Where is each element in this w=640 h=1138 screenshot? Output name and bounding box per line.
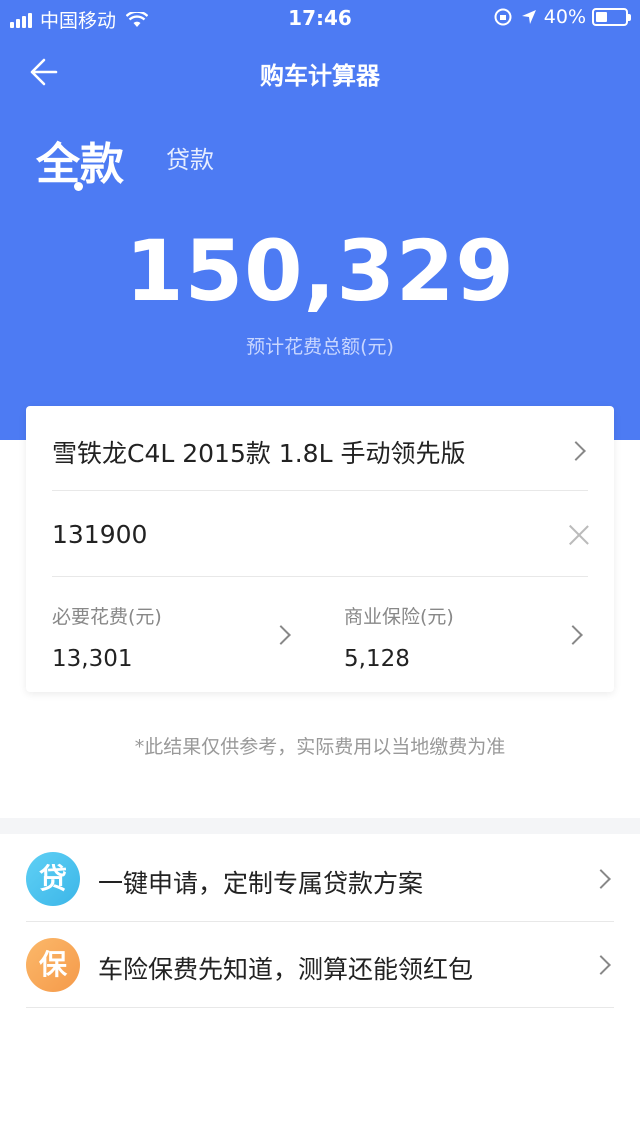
divider (52, 490, 588, 491)
tab-loan[interactable]: 贷款 (166, 140, 214, 175)
tab-active-indicator (74, 182, 83, 191)
insurance-label: 商业保险(元) (344, 606, 454, 628)
divider (52, 576, 588, 577)
clear-icon[interactable] (568, 524, 590, 546)
status-bar: 中国移动 17:46 40% (0, 0, 640, 36)
promo-insurance-row[interactable]: 保 车险保费先知道，测算还能领红包 (26, 922, 614, 1008)
section-gap (0, 818, 640, 834)
chevron-right-icon (591, 955, 611, 975)
divider (26, 1007, 614, 1008)
price-input[interactable]: 131900 (52, 520, 588, 549)
orientation-lock-icon (494, 8, 512, 26)
required-fee-chevron-icon (271, 625, 291, 645)
disclaimer-note: *此结果仅供参考，实际费用以当地缴费为准 (134, 736, 506, 758)
required-fee-label: 必要花费(元) (52, 606, 162, 628)
page-title: 购车计算器 (260, 62, 380, 90)
insurance-value[interactable]: 5,128 (344, 646, 410, 672)
total-amount: 150,329 (125, 222, 515, 320)
promo-loan-text: 一键申请，定制专属贷款方案 (98, 869, 424, 898)
battery-icon (592, 8, 631, 26)
car-model-selector[interactable]: 雪铁龙C4L 2015款 1.8L 手动领先版 (52, 434, 588, 470)
insurance-icon: 保 (26, 938, 80, 992)
loan-icon: 贷 (26, 852, 80, 906)
promo-loan-row[interactable]: 贷 一键申请，定制专属贷款方案 (26, 836, 614, 922)
insurance-chevron-icon (563, 625, 583, 645)
required-fee-value[interactable]: 13,301 (52, 646, 132, 672)
calculator-card: 雪铁龙C4L 2015款 1.8L 手动领先版 131900 必要花费(元) 1… (26, 406, 614, 692)
total-amount-label: 预计花费总额(元) (246, 336, 394, 358)
chevron-right-icon (591, 869, 611, 889)
battery-percent: 40% (543, 6, 586, 28)
promo-insurance-text: 车险保费先知道，测算还能领红包 (98, 955, 474, 984)
location-icon (521, 10, 536, 24)
